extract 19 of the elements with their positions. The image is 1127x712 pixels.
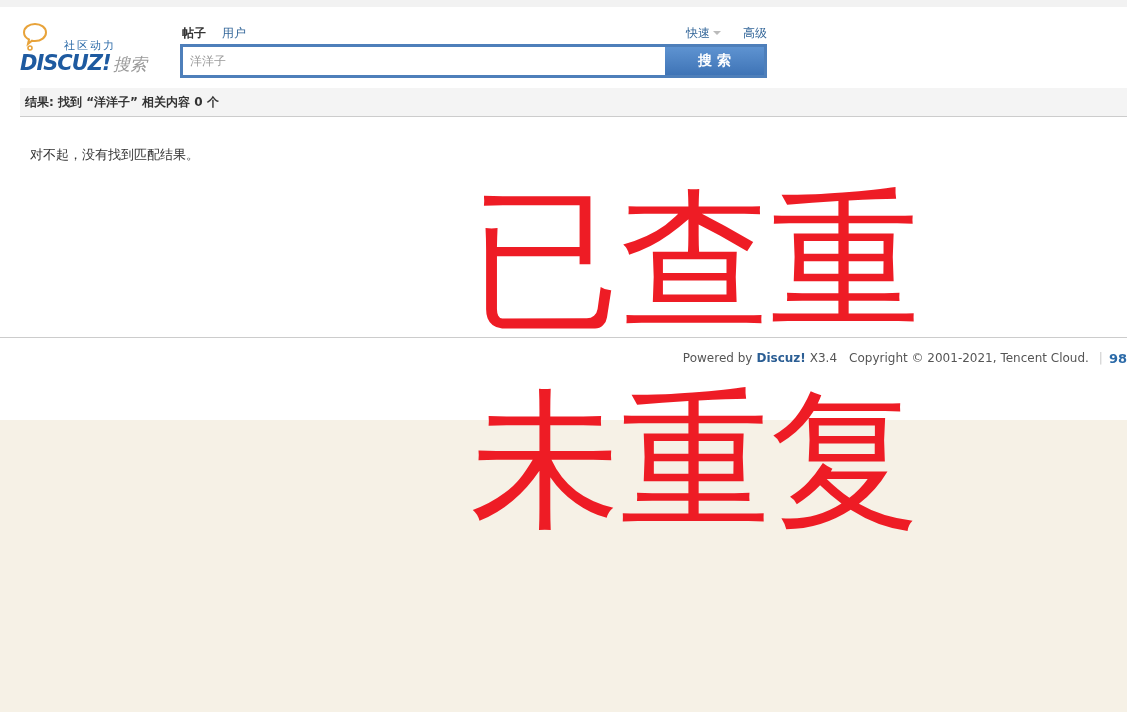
copyright-text: Copyright © 2001-2021, Tencent Cloud. [849, 351, 1089, 365]
site-link[interactable]: 98 [1108, 351, 1127, 366]
separator: | [1098, 351, 1103, 365]
logo-tagline: 社区动力 [64, 39, 117, 53]
logo-suffix: 搜索 [112, 53, 147, 76]
advanced-search-link[interactable]: 高级 [743, 24, 767, 42]
no-results-message: 对不起，没有找到匹配结果。 [30, 146, 200, 164]
annotation-text: 未重复 [470, 372, 920, 549]
discuz-link[interactable]: Discuz! [756, 351, 806, 365]
version-text: X3.4 [809, 351, 838, 365]
result-summary: 结果: 找到 “洋洋子” 相关内容 0 个 [25, 93, 219, 111]
search-tab[interactable]: 帖子 [182, 24, 206, 42]
speech-bubble-icon [22, 22, 48, 52]
quick-search-dropdown[interactable]: 快速 [686, 24, 721, 42]
logo-wordmark[interactable]: DISCUZ! [20, 51, 111, 75]
search-tab[interactable]: 用户 [222, 24, 246, 42]
annotation-text: 已查重 [470, 172, 920, 349]
caret-icon [713, 30, 721, 36]
powered-by-text: Powered by [682, 351, 753, 365]
